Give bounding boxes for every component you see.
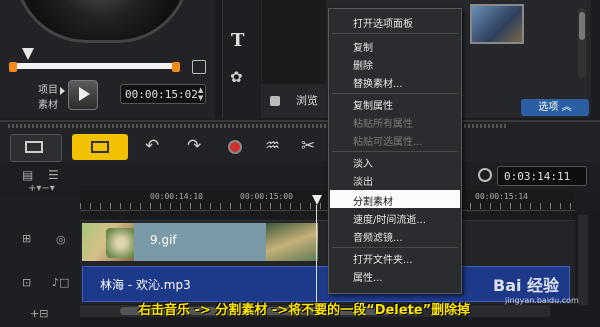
menu-item-paste-selected-attributes: 粘贴可选属性...: [353, 137, 423, 148]
track-visibility-icon[interactable]: ⊞: [22, 232, 31, 245]
baidu-watermark-url: jingyan.baidu.com: [505, 296, 579, 305]
video-clip-thumbnail-detail: [106, 228, 136, 258]
menu-item-open-options-panel[interactable]: 打开选项面板: [353, 15, 413, 30]
sound-mixer-icon[interactable]: ♒: [265, 136, 280, 156]
menu-separator: [332, 33, 458, 34]
clip-mode-label[interactable]: 素材: [38, 96, 58, 111]
menu-item-delete[interactable]: 删除: [353, 57, 373, 72]
redo-icon[interactable]: ↷: [187, 136, 201, 156]
baidu-watermark: Bai 经验: [493, 276, 560, 295]
clock-icon: [478, 168, 492, 182]
menu-item-fade-in[interactable]: 淡入: [353, 155, 373, 170]
menu-separator: [332, 93, 458, 94]
library-category-bar: [222, 0, 261, 118]
instruction-caption: 右击音乐 -> 分割素材 ->将不要的一段“Delete”删除掉: [138, 303, 471, 318]
options-button[interactable]: 选项 ︽: [521, 99, 589, 116]
project-mode-label[interactable]: 项目: [38, 81, 58, 96]
library-scroll-thumb[interactable]: [579, 12, 585, 40]
timeline-timecode[interactable]: 0:03:14:11: [497, 166, 587, 186]
ruler-label: 00:00:14:10: [150, 192, 203, 201]
mode-selector-arrow-icon: [60, 87, 65, 95]
timecode-spinner-icon[interactable]: ▲ ▼: [198, 86, 206, 102]
music-track-icon: ♪□: [52, 276, 70, 289]
track-manager-icon[interactable]: ☰: [48, 168, 59, 182]
auto-music-icon[interactable]: ✂: [301, 136, 315, 156]
preview-timecode[interactable]: 00:00:15:02: [120, 84, 206, 104]
menu-item-paste-all-attributes: 粘贴所有属性: [353, 119, 413, 130]
trim-end-handle[interactable]: [172, 62, 180, 72]
show-all-tracks-icon[interactable]: ▤: [22, 168, 33, 182]
playhead-line: [316, 205, 317, 305]
trim-start-handle[interactable]: [9, 62, 17, 72]
menu-item-open-folder[interactable]: 打开文件夹...: [353, 251, 413, 266]
video-track-icon: ◎: [56, 233, 66, 246]
menu-separator: [332, 247, 458, 248]
menu-item-copy-attributes[interactable]: 复制属性: [353, 97, 393, 112]
ruler-label: 00:00:15:14: [475, 192, 528, 201]
menu-item-replace-clip[interactable]: 替换素材...: [353, 75, 403, 90]
library-thumbnail-column: [262, 0, 326, 84]
chevron-up-icon: ︽: [561, 102, 572, 113]
options-label: 选项: [538, 102, 559, 113]
track-lock-icon[interactable]: ⊡: [22, 276, 31, 289]
timeline-vertical-scrollbar[interactable]: [578, 215, 588, 305]
gif-clip-label: 9.gif: [150, 233, 177, 247]
menu-item-audio-filter[interactable]: 音频滤镜...: [353, 229, 403, 244]
audio-clip-label: 林海 - 欢沁.mp3: [100, 278, 191, 292]
title-text-icon[interactable]: T: [231, 30, 244, 51]
menu-item-highlight: [330, 190, 460, 208]
menu-separator: [332, 151, 458, 152]
enlarge-preview-icon[interactable]: [192, 60, 206, 74]
playhead-marker[interactable]: [312, 195, 322, 205]
menu-item-split-clip[interactable]: 分割素材: [353, 193, 393, 208]
menu-item-copy[interactable]: 复制: [353, 39, 373, 54]
library-thumbnail[interactable]: [470, 4, 524, 44]
play-icon: [79, 87, 90, 101]
record-capture-icon[interactable]: [228, 140, 242, 154]
scrubber-handle[interactable]: [22, 48, 34, 60]
zoom-out-icon[interactable]: +▾−▾: [28, 183, 55, 194]
menu-item-fade-out[interactable]: 淡出: [353, 173, 373, 188]
filter-fx-icon[interactable]: ✿: [230, 68, 243, 86]
film-strip-icon: [25, 141, 43, 153]
undo-icon[interactable]: ↶: [145, 136, 159, 156]
video-clip-thumbnail[interactable]: [266, 223, 318, 261]
timeline-icon: [91, 141, 109, 153]
menu-item-properties[interactable]: 属性...: [353, 269, 383, 284]
trim-bar[interactable]: [12, 63, 178, 69]
add-track-icon[interactable]: +⊟: [30, 307, 48, 320]
menu-item-speed-time-lapse[interactable]: 速度/时间流逝...: [353, 211, 426, 226]
browse-button[interactable]: 浏览: [268, 91, 328, 111]
ruler-label: 00:00:15:00: [240, 192, 293, 201]
